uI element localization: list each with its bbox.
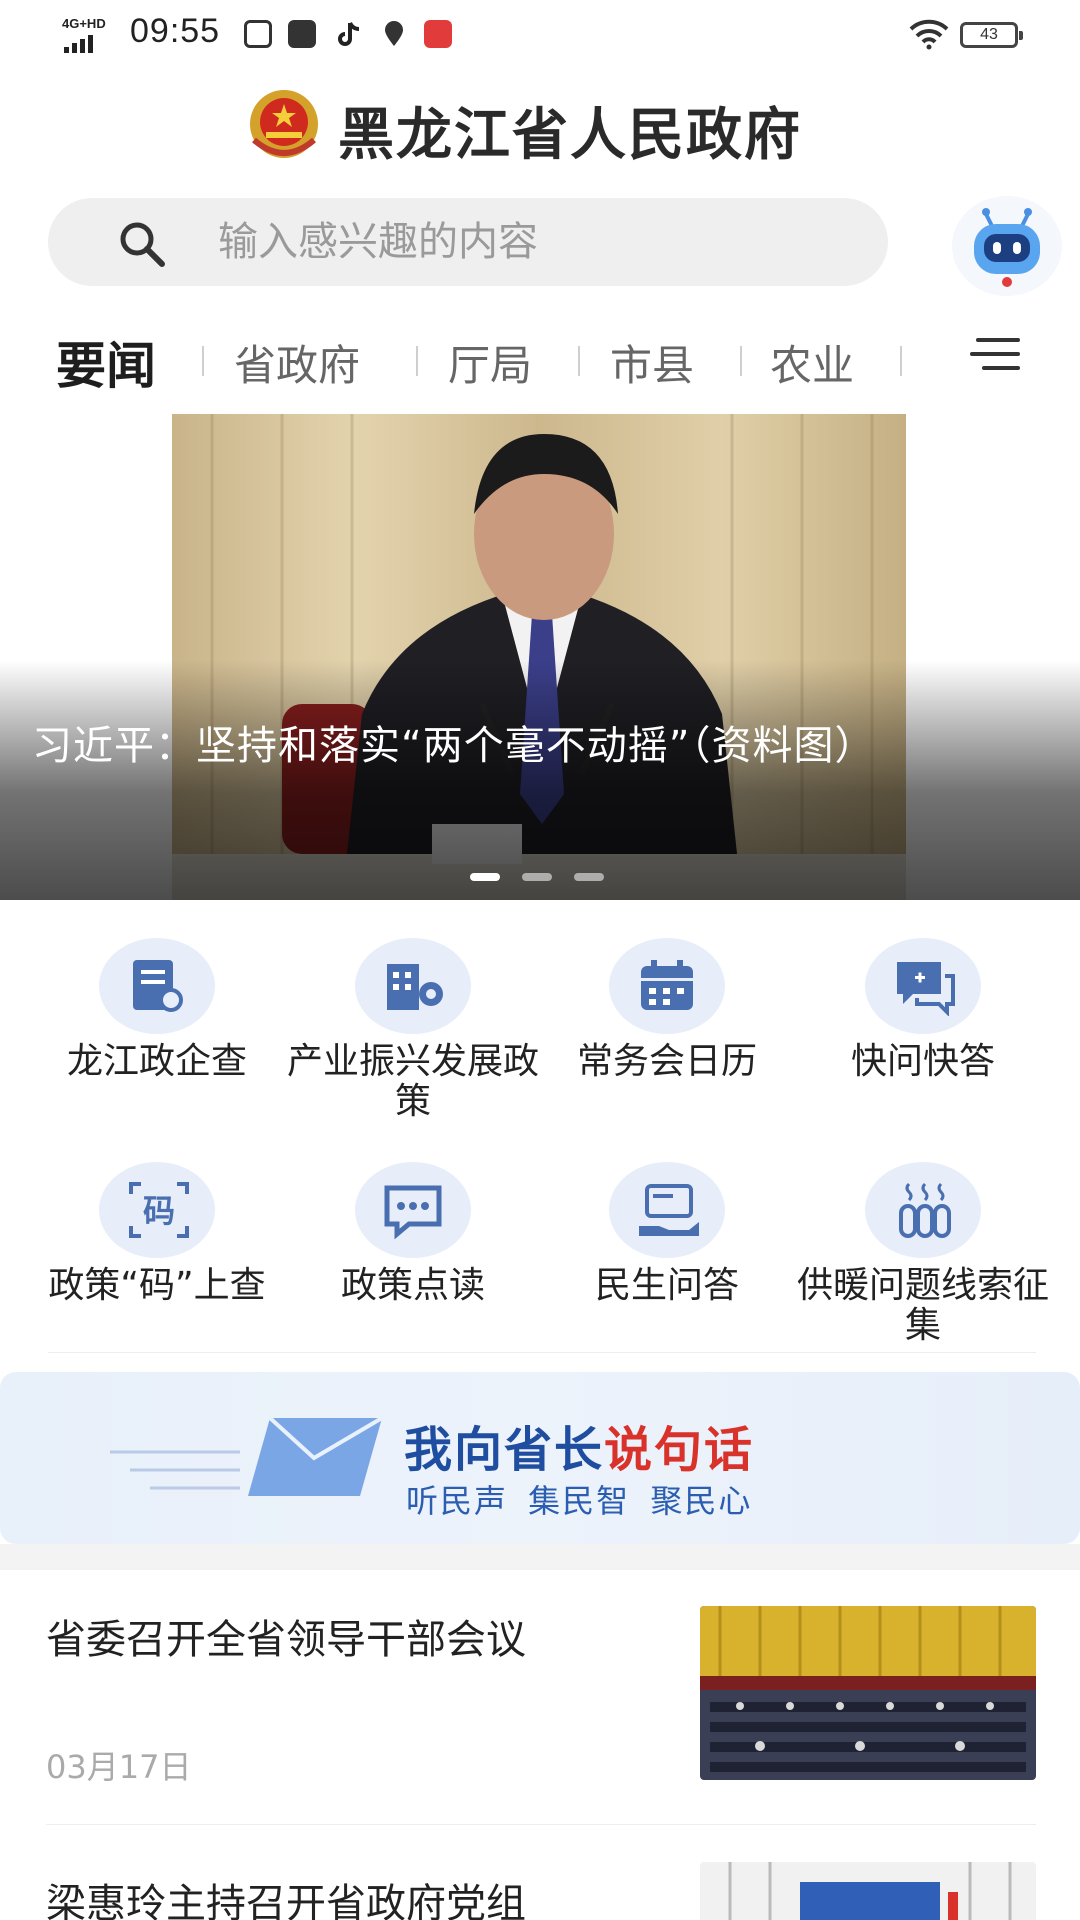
building-gear-icon [355,938,471,1034]
robot-assistant-icon[interactable] [952,196,1062,296]
hand-card-icon [609,1162,725,1258]
red-app-icon [424,20,452,48]
service-industry-policy[interactable]: 产业振兴发展政策 [278,938,548,1122]
service-label: 产业振兴发展政策 [286,1041,539,1122]
section-divider [48,1352,1036,1353]
qr-code-icon: 码 [99,1162,215,1258]
service-grid: 龙江政企查 产业振兴发展政策 常务会日历 快问快答 码 政策“码”上查 政策点读… [0,938,1080,1358]
tab-province-gov[interactable]: 省政府 [234,332,360,393]
tab-departments[interactable]: 厅局 [448,332,532,393]
wifi-icon [908,18,950,50]
carousel-dot[interactable] [574,873,604,881]
mail-icon [288,20,316,48]
service-label: 政策“码”上查 [48,1265,266,1306]
service-label: 快问快答 [850,1041,995,1082]
search-icon [120,222,165,267]
tab-agriculture[interactable]: 农业 [770,332,854,393]
tab-divider [416,346,418,376]
location-pin-icon [380,20,408,48]
menu-icon[interactable] [970,338,1020,382]
news-title: 梁惠玲主持召开省政府党组 [46,1881,526,1920]
service-zhengqi-search[interactable]: 龙江政企查 [22,938,292,1082]
news-list-item[interactable]: 省委召开全省领导干部会议 03月17日 [0,1570,1080,1826]
heating-icon [865,1162,981,1258]
category-tabs: 要闻 省政府 厅局 市县 农业 [0,326,1080,406]
tab-headlines[interactable]: 要闻 [56,326,156,398]
governor-banner-title: 我向省长说句话 [404,1422,755,1478]
news-separator [46,1824,1036,1825]
service-label: 龙江政企查 [66,1041,247,1082]
service-label: 常务会日历 [576,1041,757,1082]
battery-level: 43 [980,26,998,43]
app-screen: 4G+HD 09:55 43 黑龙江省人民政府 输入感兴趣的内容 要闻 省政府 … [0,0,1080,1920]
news-carousel[interactable]: 习近平：坚持和落实“两个毫不动摇”（资料图） [0,414,1080,900]
governor-banner-subtitle: 听民声 集民智 聚民心 [406,1482,753,1520]
tab-divider [900,346,902,376]
search-input[interactable] [218,216,818,268]
chat-bubble-icon [355,1162,471,1258]
svg-text:码: 码 [143,1192,175,1230]
section-gap [0,1544,1080,1570]
tab-divider [740,346,742,376]
news-title: 省委召开全省领导干部会议 [46,1617,526,1663]
chat-plus-icon [865,938,981,1034]
tiktok-icon [336,20,364,48]
service-policy-reading[interactable]: 政策点读 [278,1162,548,1306]
speed-lines-decoration [110,1450,240,1490]
news-thumbnail [700,1862,1036,1920]
status-bar: 4G+HD 09:55 43 [0,0,1080,70]
service-heating-clues[interactable]: 供暖问题线索征集 [788,1162,1058,1346]
tab-cities[interactable]: 市县 [610,332,694,393]
service-label: 民生问答 [594,1265,739,1306]
document-search-icon [99,938,215,1034]
envelope-icon [248,1416,384,1496]
battery-icon: 43 [960,22,1023,48]
service-meeting-calendar[interactable]: 常务会日历 [532,938,802,1082]
service-label: 供暖问题线索征集 [796,1265,1049,1346]
service-livelihood-qa[interactable]: 民生问答 [532,1162,802,1306]
app-header: 黑龙江省人民政府 [0,80,1080,168]
service-quick-qa[interactable]: 快问快答 [788,938,1058,1082]
grid-app-icon [244,20,272,48]
carousel-indicator [470,866,626,881]
news-list-item[interactable]: 梁惠玲主持召开省政府党组 [0,1826,1080,1920]
carousel-dot[interactable] [470,873,500,881]
app-title: 黑龙江省人民政府 [338,102,802,168]
service-policy-code-search[interactable]: 码 政策“码”上查 [22,1162,292,1306]
clock: 09:55 [130,12,221,50]
tab-divider [578,346,580,376]
news-date: 03月17日 [46,1748,192,1786]
search-bar[interactable] [48,198,888,286]
news-thumbnail [700,1606,1036,1780]
calendar-icon [609,938,725,1034]
service-label: 政策点读 [340,1265,485,1306]
signal-icon: 4G+HD [62,16,122,53]
national-emblem-icon [250,90,318,158]
carousel-caption[interactable]: 习近平：坚持和落实“两个毫不动摇”（资料图） [32,716,1022,776]
carousel-dot[interactable] [522,873,552,881]
governor-message-banner[interactable]: 我向省长说句话 听民声 集民智 聚民心 [0,1372,1080,1544]
tab-divider [202,346,204,376]
network-label: 4G+HD [62,16,106,31]
